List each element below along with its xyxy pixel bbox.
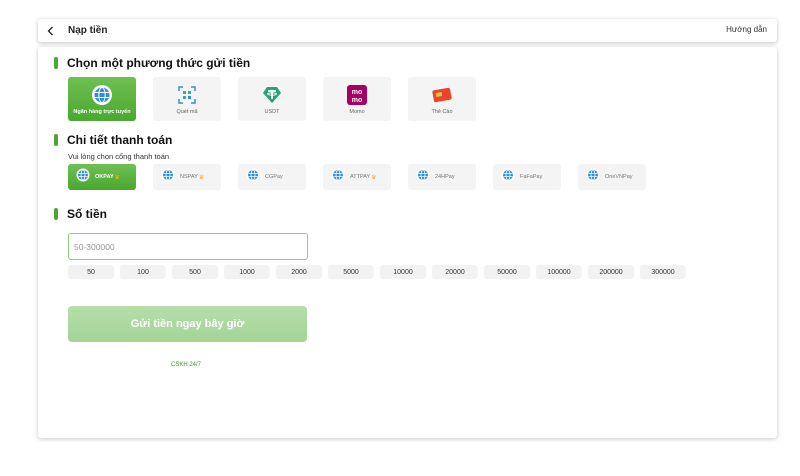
gateway-globe-icon [586,168,600,187]
gateway-globe-icon [331,168,345,187]
gateway-globe-icon [246,168,260,187]
gateway-label: OneVNPay [605,174,633,180]
gateway-attpay[interactable]: ATTPAY ♛ [323,164,391,190]
method-usdt[interactable]: USDT [238,77,306,121]
section-method-title: Chọn một phương thức gửi tiền [67,56,251,70]
gateway-cgpay[interactable]: CGPay [238,164,306,190]
quick-amount-button[interactable]: 200000 [588,265,634,279]
qr-scan-icon [178,84,196,106]
crown-icon: ♛ [371,174,377,181]
quick-amount-button[interactable]: 100 [120,265,166,279]
quick-amount-button[interactable]: 5000 [328,265,374,279]
page-title: Nạp tiền [68,25,108,36]
deposit-card: Chọn một phương thức gửi tiền Ngân hàng … [38,47,777,438]
svg-text:mo: mo [352,89,363,96]
gateway-fafapay[interactable]: FaFaPay [493,164,561,190]
bank-globe-icon [91,84,113,106]
deposit-submit-button[interactable]: Gửi tiền ngay bây giờ [68,306,307,342]
scratch-card-icon [432,84,452,106]
section-marker [54,208,58,220]
quick-amount-button[interactable]: 300000 [640,265,686,279]
gateway-okpay[interactable]: OKPAY ♛ [68,164,136,190]
method-momo[interactable]: mo mo Momo [323,77,391,121]
method-qr-scan[interactable]: Quét mã [153,77,221,121]
crown-icon: ♛ [114,174,121,181]
gateway-nspay[interactable]: NSPAY ♛ [153,164,221,190]
quick-amount-button[interactable]: 50 [68,265,114,279]
method-label: Momo [349,108,365,115]
quick-amount-list: 50 100 500 1000 2000 5000 10000 20000 50… [68,265,686,279]
quick-amount-button[interactable]: 50000 [484,265,530,279]
section-amount-title: Số tiền [67,207,108,221]
gateway-list: OKPAY ♛ NSPAY ♛ CGPay ATTPAY ♛ 24HPay Fa… [68,164,646,190]
method-label: USDT [264,108,280,115]
gateway-label: NSPAY [180,174,198,180]
section-method-heading: Chọn một phương thức gửi tiền [54,56,250,70]
quick-amount-button[interactable]: 1000 [224,265,270,279]
gateway-globe-icon [76,168,90,187]
gateway-label: CGPay [265,174,283,180]
method-online-bank[interactable]: Ngân hàng trực tuyến [68,77,136,121]
method-label: Quét mã [176,108,198,115]
momo-icon: mo mo [347,84,367,106]
quick-amount-button[interactable]: 2000 [276,265,322,279]
method-list: Ngân hàng trực tuyến Quét mã USDT mo mo … [68,77,476,121]
amount-input[interactable] [68,233,308,260]
method-scratch-card[interactable]: Thẻ Cào [408,77,476,121]
section-marker [54,134,58,146]
back-icon[interactable] [47,26,59,36]
page-header: Nạp tiền Hướng dẫn [38,19,777,42]
method-label: Ngân hàng trực tuyến [73,108,131,115]
section-payment-heading: Chi tiết thanh toán [54,133,172,147]
quick-amount-button[interactable]: 100000 [536,265,582,279]
gateway-onevnpay[interactable]: OneVNPay [578,164,646,190]
section-payment-title: Chi tiết thanh toán [67,133,173,147]
gateway-label: 24HPay [435,174,455,180]
gateway-label: ATTPAY [350,174,371,180]
gateway-hint: Vui lòng chọn cổng thanh toán [68,152,170,161]
section-amount-heading: Số tiền [54,207,107,221]
quick-amount-button[interactable]: 500 [172,265,218,279]
section-marker [54,57,58,69]
gateway-label: OKPAY [95,174,114,180]
svg-text:mo: mo [352,97,363,104]
gateway-globe-icon [501,168,515,187]
quick-amount-button[interactable]: 20000 [432,265,478,279]
gateway-globe-icon [416,168,430,187]
gateway-24hpay[interactable]: 24HPay [408,164,476,190]
method-label: Thẻ Cào [431,108,453,115]
support-link[interactable]: CSKH 24/7 [171,362,201,368]
quick-amount-button[interactable]: 10000 [380,265,426,279]
usdt-icon [262,84,282,106]
help-link[interactable]: Hướng dẫn [726,25,767,34]
gateway-label: FaFaPay [520,174,543,180]
gateway-globe-icon [161,168,175,187]
crown-icon: ♛ [198,174,205,181]
